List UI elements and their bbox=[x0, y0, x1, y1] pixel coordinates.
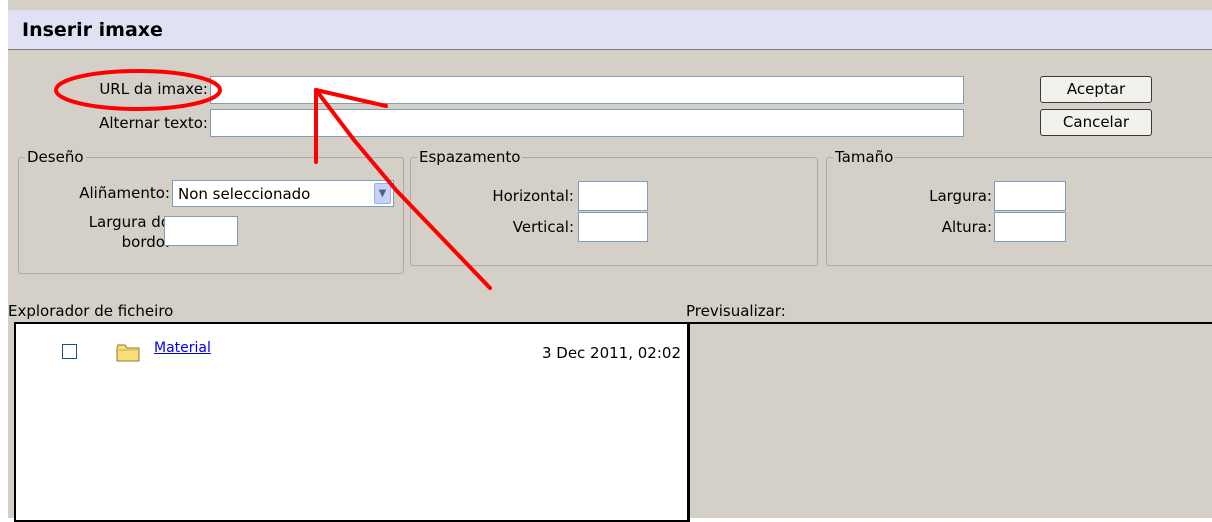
alignment-selected-value: Non seleccionado bbox=[178, 185, 311, 203]
alt-text-label: Alternar texto: bbox=[99, 114, 208, 132]
cancel-button[interactable]: Cancelar bbox=[1040, 109, 1152, 136]
alt-text-input[interactable] bbox=[210, 109, 964, 137]
folder-link[interactable]: Material bbox=[154, 340, 211, 356]
design-legend: Deseño bbox=[27, 148, 84, 166]
folder-icon bbox=[116, 344, 140, 366]
horizontal-label: Horizontal: bbox=[492, 187, 574, 205]
width-label: Largura: bbox=[929, 187, 992, 205]
chevron-down-icon[interactable]: ▼ bbox=[374, 183, 391, 204]
file-explorer: Material 3 Dec 2011, 02:02 bbox=[14, 322, 690, 522]
file-explorer-label: Explorador de ficheiro bbox=[8, 302, 174, 320]
design-group: Deseño bbox=[18, 148, 404, 274]
vertical-spacing-input[interactable] bbox=[578, 212, 648, 242]
image-url-label: URL da imaxe: bbox=[99, 80, 208, 98]
size-legend: Tamaño bbox=[835, 148, 894, 166]
dialog-titlebar: Inserir imaxe bbox=[8, 10, 1212, 50]
spacing-legend: Espazamento bbox=[419, 148, 521, 166]
vertical-label: Vertical: bbox=[512, 218, 574, 236]
border-width-label: Largura do bordo: bbox=[48, 212, 170, 252]
border-width-label-line1: Largura do bbox=[88, 213, 170, 231]
image-width-input[interactable] bbox=[994, 181, 1066, 211]
insert-image-dialog: Inserir imaxe URL da imaxe: Alternar tex… bbox=[8, 0, 1212, 522]
item-checkbox[interactable] bbox=[62, 344, 77, 359]
preview-label: Previsualizar: bbox=[686, 302, 786, 320]
image-height-input[interactable] bbox=[994, 212, 1066, 242]
alignment-label: Aliñamento: bbox=[79, 184, 170, 202]
preview-pane bbox=[690, 322, 1212, 522]
folder-date: 3 Dec 2011, 02:02 bbox=[541, 344, 681, 362]
border-width-input[interactable] bbox=[164, 216, 238, 246]
image-url-input[interactable] bbox=[210, 76, 964, 104]
horizontal-spacing-input[interactable] bbox=[578, 181, 648, 211]
ok-button[interactable]: Aceptar bbox=[1040, 76, 1152, 103]
alignment-select[interactable]: Non seleccionado ▼ bbox=[172, 180, 394, 207]
height-label: Altura: bbox=[941, 218, 992, 236]
dialog-title: Inserir imaxe bbox=[22, 19, 163, 41]
border-width-label-line2: bordo: bbox=[121, 233, 170, 251]
